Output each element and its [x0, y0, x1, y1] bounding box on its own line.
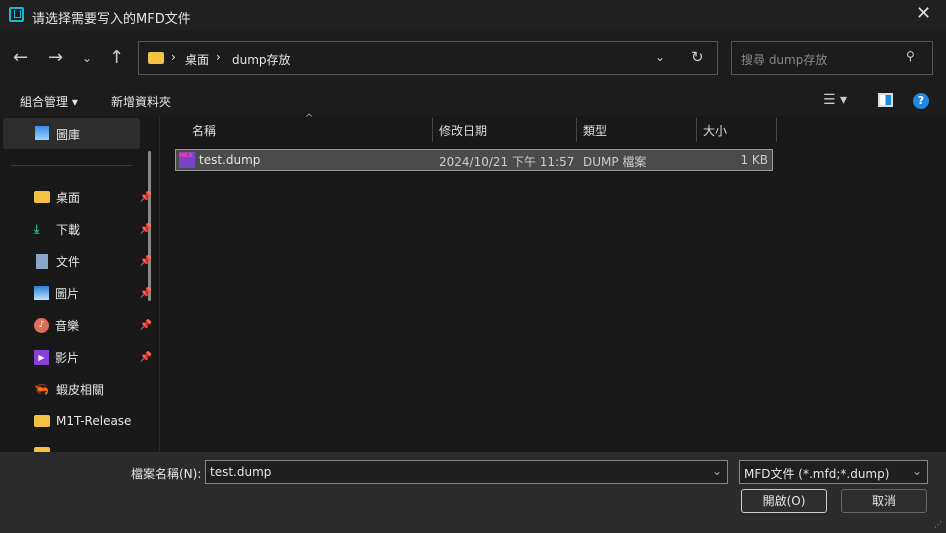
back-button[interactable]: ←: [13, 47, 28, 68]
filename-input[interactable]: test.dump ⌄: [205, 460, 728, 484]
sidebar-item-videos[interactable]: ▶ 影片 📌: [34, 347, 152, 367]
file-name: test.dump: [199, 153, 261, 167]
pictures-icon: [34, 286, 49, 300]
file-type-value: MFD文件 (*.mfd;*.dump): [744, 467, 890, 481]
app-icon: [9, 7, 24, 22]
bottom-panel: 檔案名稱(N): test.dump ⌄ MFD文件 (*.mfd;*.dump…: [0, 452, 946, 533]
organize-label: 組合管理: [20, 95, 69, 109]
column-divider[interactable]: [432, 118, 433, 142]
document-icon: [36, 253, 48, 269]
folder-icon: [34, 191, 50, 203]
video-icon: ▶: [34, 349, 49, 365]
pin-icon: 📌: [139, 191, 152, 203]
column-divider[interactable]: [776, 118, 777, 142]
chevron-right-icon: ›: [171, 50, 176, 64]
file-type-select[interactable]: MFD文件 (*.mfd;*.dump) ⌄: [739, 460, 928, 484]
refresh-icon[interactable]: ↻: [691, 48, 704, 66]
search-placeholder: 搜尋 dump存放: [741, 53, 828, 67]
close-button[interactable]: ✕: [916, 3, 931, 24]
pin-icon: 📌: [139, 351, 152, 363]
item-label: 音樂: [55, 318, 80, 333]
file-date: 2024/10/21 下午 11:57: [439, 155, 575, 169]
folder-icon: [34, 415, 50, 427]
file-row[interactable]: HEX test.dump 2024/10/21 下午 11:57 DUMP 檔…: [175, 149, 773, 171]
column-header-type[interactable]: 類型: [583, 122, 607, 139]
gallery-label: 圖庫: [56, 128, 81, 142]
filename-value: test.dump: [210, 465, 272, 479]
recent-dropdown-button[interactable]: ⌄: [82, 51, 92, 65]
help-icon[interactable]: ?: [913, 93, 929, 109]
sort-ascending-icon: ^: [305, 113, 314, 124]
window-title: 请选择需要写入的MFD文件: [32, 12, 191, 27]
sidebar-item-gallery[interactable]: 圖庫: [3, 118, 140, 149]
item-label: 桌面: [56, 190, 81, 205]
file-size: 1 KB: [740, 153, 768, 167]
download-icon: ⤓: [34, 221, 40, 236]
item-label: 文件: [56, 254, 81, 269]
search-input[interactable]: 搜尋 dump存放 ⚲: [731, 41, 933, 75]
cancel-button[interactable]: 取消: [841, 489, 927, 513]
sidebar-item-music[interactable]: ♪ 音樂 📌: [34, 315, 152, 335]
preview-pane-icon[interactable]: [878, 93, 893, 107]
column-divider[interactable]: [696, 118, 697, 142]
column-header-size[interactable]: 大小: [703, 122, 727, 139]
sidebar-item-documents[interactable]: 文件 📌: [34, 251, 152, 271]
pin-icon: 📌: [139, 223, 152, 235]
breadcrumb-desktop[interactable]: 桌面: [185, 51, 209, 68]
file-type: DUMP 檔案: [583, 155, 647, 169]
up-button[interactable]: ↑: [109, 47, 124, 68]
search-icon: ⚲: [906, 49, 915, 63]
new-folder-button[interactable]: 新增資料夾: [111, 93, 171, 110]
column-header-name[interactable]: 名稱: [192, 122, 216, 139]
view-options-icon[interactable]: ☰ ▾: [823, 92, 847, 108]
address-bar[interactable]: › 桌面 › dump存放 ⌄ ↻: [138, 41, 718, 75]
sidebar-item-pictures[interactable]: 圖片 📌: [34, 283, 152, 303]
item-label: 蝦皮相關: [56, 382, 105, 397]
item-label: 圖片: [55, 286, 80, 301]
music-icon: ♪: [34, 317, 49, 333]
sidebar-item-desktop[interactable]: 桌面 📌: [34, 187, 152, 207]
resize-grip-icon[interactable]: ⋰: [934, 520, 942, 529]
folder-icon: [148, 52, 164, 64]
breadcrumb-dump[interactable]: dump存放: [232, 51, 291, 68]
pin-icon: 📌: [139, 287, 152, 299]
filename-label: 檔案名稱(N):: [131, 467, 202, 481]
sidebar-item-shopee[interactable]: 🦐 蝦皮相關: [34, 379, 144, 399]
chevron-down-icon[interactable]: ⌄: [712, 464, 722, 478]
pin-icon: 📌: [139, 319, 152, 331]
column-divider[interactable]: [576, 118, 577, 142]
pin-icon: 📌: [139, 255, 152, 267]
chevron-down-icon[interactable]: ⌄: [912, 464, 922, 478]
divider: [11, 165, 132, 166]
item-label: 下載: [56, 222, 81, 237]
organize-button[interactable]: 組合管理 ▾: [20, 93, 78, 110]
column-header-date[interactable]: 修改日期: [439, 122, 487, 139]
sidebar-item-m1t-release[interactable]: M1T-Release: [34, 411, 144, 431]
gallery-icon: [35, 126, 49, 140]
forward-button[interactable]: →: [48, 47, 63, 68]
shrimp-icon: 🦐: [34, 382, 49, 396]
item-label: 影片: [55, 350, 80, 365]
sidebar: 圖庫 桌面 📌 ⤓ 下載 📌 文件 📌 圖片 📌 ♪ 音樂 📌 ▶ 影片 📌 🦐 蝦皮相關 M1T-…: [0, 117, 160, 459]
hex-file-icon: HEX: [179, 152, 195, 168]
sidebar-item-downloads[interactable]: ⤓ 下載 📌: [34, 219, 152, 239]
chevron-right-icon: ›: [216, 50, 221, 64]
open-button[interactable]: 開啟(O): [741, 489, 827, 513]
chevron-down-icon[interactable]: ⌄: [655, 50, 665, 64]
item-label: M1T-Release: [56, 414, 132, 428]
